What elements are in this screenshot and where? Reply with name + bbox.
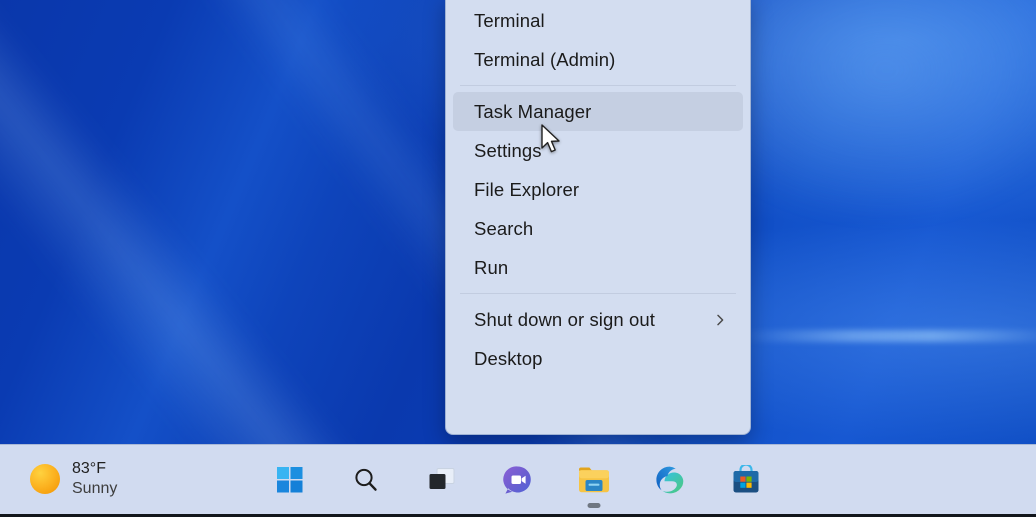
file-explorer-button[interactable] [572,458,616,508]
search-icon [352,466,380,494]
edge-icon [655,465,685,495]
folder-icon [577,465,611,495]
menu-item-label: Terminal (Admin) [474,48,616,70]
menu-item-label: Search [474,217,534,239]
menu-item-file-explorer[interactable]: File Explorer [453,170,743,209]
store-button[interactable] [724,458,768,502]
chat-icon [503,465,533,495]
chevron-right-icon [713,313,727,327]
taskbar-icon-strip [0,445,1036,515]
menu-item-label: Task Manager [474,100,592,122]
menu-item-shut-down-or-sign-out[interactable]: Shut down or sign out [453,300,743,339]
menu-item-label: Desktop [474,347,543,369]
menu-item-label: File Explorer [474,178,580,200]
task-view-icon [428,467,456,493]
menu-item-run[interactable]: Run [453,248,743,287]
menu-item-terminal-admin[interactable]: Terminal (Admin) [453,40,743,79]
menu-item-label: Settings [474,139,542,161]
chat-button[interactable] [496,458,540,502]
store-icon [731,465,761,495]
windows-logo-icon [277,467,303,493]
menu-item-task-manager[interactable]: Task Manager [453,92,743,131]
menu-item-label: Shut down or sign out [474,308,656,330]
menu-item-label: Run [474,256,509,278]
screen: Terminal Terminal (Admin) Task Manager S… [0,0,1036,517]
wallpaper-streak-horizontal [740,330,1036,342]
menu-item-search[interactable]: Search [453,209,743,248]
start-context-menu[interactable]: Terminal Terminal (Admin) Task Manager S… [445,0,751,435]
menu-separator-1 [460,85,736,86]
task-view-button[interactable] [420,458,464,502]
menu-item-settings[interactable]: Settings [453,131,743,170]
menu-item-label: Terminal [474,9,545,31]
wallpaper-streak-diagonal [0,0,406,517]
menu-separator-2 [460,293,736,294]
edge-button[interactable] [648,458,692,502]
taskbar[interactable]: 83°F Sunny [0,444,1036,517]
search-button[interactable] [344,458,388,502]
menu-item-terminal[interactable]: Terminal [453,1,743,40]
menu-item-desktop[interactable]: Desktop [453,339,743,378]
context-menu-inner: Terminal Terminal (Admin) Task Manager S… [446,0,750,386]
start-button[interactable] [268,458,312,502]
running-indicator [587,503,601,508]
